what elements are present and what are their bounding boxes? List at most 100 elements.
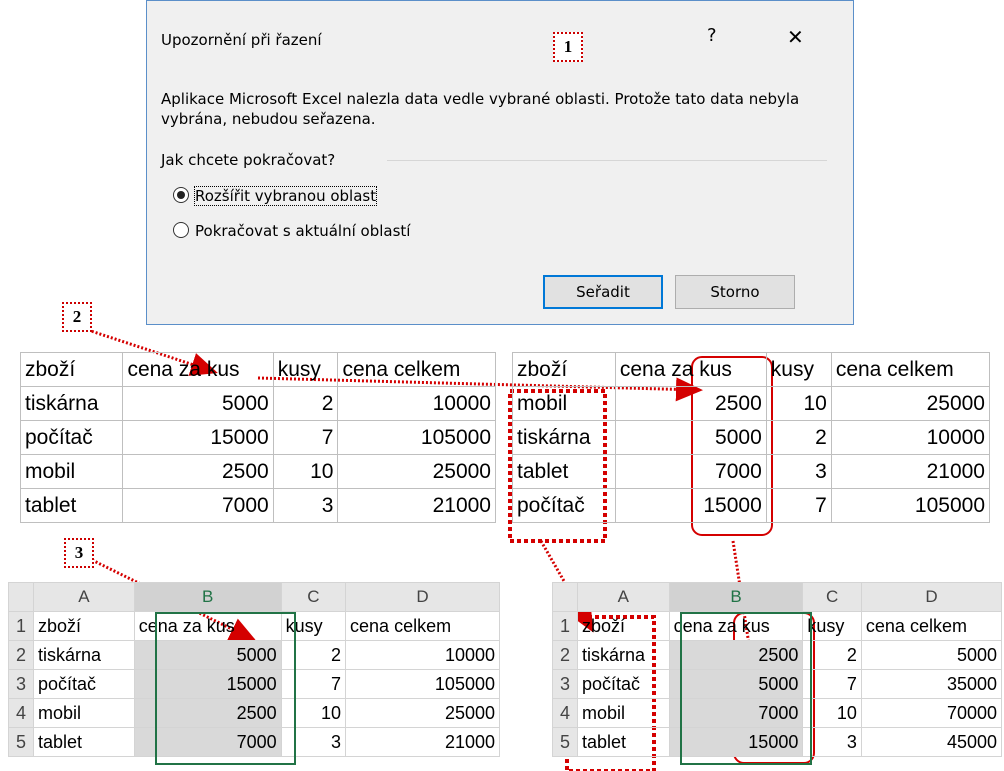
header-cell: zboží <box>19 352 124 387</box>
grid-cell[interactable]: zboží <box>33 611 135 641</box>
cell: 2500 <box>614 386 767 421</box>
cell: 21000 <box>337 488 496 523</box>
table-row: tiskárna 5000 2 10000 <box>512 420 991 455</box>
cell: 3 <box>765 454 832 489</box>
select-all-corner[interactable] <box>552 582 578 612</box>
cell: 10 <box>765 386 832 421</box>
select-all-corner[interactable] <box>8 582 34 612</box>
grid-cell[interactable]: počítač <box>33 669 135 699</box>
callout-1: 1 <box>553 32 583 62</box>
cell: tablet <box>512 454 616 489</box>
cell: tablet <box>19 488 124 523</box>
grid-cell[interactable]: 5000 <box>860 640 1003 670</box>
grid-cell[interactable]: 10000 <box>345 640 500 670</box>
cell: 7 <box>765 488 832 523</box>
header-cell: kusy <box>765 352 832 387</box>
cell: 7000 <box>614 454 767 489</box>
dialog-title: Upozornění při řazení <box>161 31 322 49</box>
cell: 15000 <box>614 488 767 523</box>
cell: 7000 <box>122 488 274 523</box>
column-header[interactable]: A <box>33 582 135 612</box>
grid-cell[interactable]: tiskárna <box>577 640 670 670</box>
grid-cell[interactable]: mobil <box>33 698 135 728</box>
grid-cell[interactable]: cena celkem <box>345 611 500 641</box>
selection-outline <box>680 612 812 765</box>
row-header[interactable]: 1 <box>8 611 34 641</box>
grid-cell[interactable]: 105000 <box>345 669 500 699</box>
cell: 3 <box>272 488 339 523</box>
header-cell: cena za kus <box>122 352 274 387</box>
selection-outline <box>155 612 296 765</box>
column-header[interactable]: C <box>802 582 862 612</box>
callout-3: 3 <box>64 538 94 568</box>
cell: počítač <box>19 420 124 455</box>
row-header[interactable]: 4 <box>8 698 34 728</box>
cell: mobil <box>512 386 616 421</box>
callout-2: 2 <box>62 302 92 332</box>
divider <box>387 160 827 161</box>
help-icon[interactable]: ? <box>707 25 717 46</box>
row-header[interactable]: 5 <box>552 727 578 757</box>
grid-cell[interactable]: mobil <box>577 698 670 728</box>
row-header[interactable]: 3 <box>8 669 34 699</box>
table-row: tablet 7000 3 21000 <box>512 454 991 489</box>
cell: 7 <box>272 420 339 455</box>
cell: 15000 <box>122 420 274 455</box>
grid-cell[interactable]: 25000 <box>345 698 500 728</box>
header-cell: kusy <box>272 352 339 387</box>
cell: 105000 <box>337 420 496 455</box>
cell: počítač <box>512 488 616 523</box>
header-cell: zboží <box>512 352 616 387</box>
grid-cell[interactable]: 70000 <box>860 698 1003 728</box>
cell: tiskárna <box>512 420 616 455</box>
cell: 2 <box>765 420 832 455</box>
grid-cell[interactable]: 21000 <box>345 727 500 757</box>
grid-cell[interactable]: cena celkem <box>860 611 1003 641</box>
column-header[interactable]: B <box>133 582 282 612</box>
sort-button[interactable]: Seřadit <box>543 275 663 309</box>
radio-continue-label: Pokračovat s aktuální oblastí <box>195 222 411 240</box>
header-cell: cena celkem <box>830 352 991 387</box>
row-header[interactable]: 4 <box>552 698 578 728</box>
cell: 2500 <box>122 454 274 489</box>
cancel-button[interactable]: Storno <box>675 275 795 309</box>
grid-cell[interactable]: tablet <box>577 727 670 757</box>
column-header[interactable]: C <box>280 582 347 612</box>
cell: mobil <box>19 454 124 489</box>
table-row: počítač 15000 7 105000 <box>19 420 496 455</box>
grid-cell[interactable]: tiskárna <box>33 640 135 670</box>
radio-selected-icon <box>173 187 189 203</box>
cell: 10 <box>272 454 339 489</box>
row-header[interactable]: 2 <box>8 640 34 670</box>
cell: tiskárna <box>19 386 124 421</box>
row-header[interactable]: 2 <box>552 640 578 670</box>
grid-cell[interactable]: zboží <box>577 611 670 641</box>
table-header-row: zboží cena za kus kusy cena celkem <box>19 352 496 387</box>
table-row: tiskárna 5000 2 10000 <box>19 386 496 421</box>
cell: 105000 <box>830 488 991 523</box>
grid-cell[interactable]: tablet <box>33 727 135 757</box>
row-header[interactable]: 3 <box>552 669 578 699</box>
column-header[interactable]: B <box>668 582 804 612</box>
header-cell: cena celkem <box>337 352 496 387</box>
cell: 5000 <box>122 386 274 421</box>
radio-unselected-icon <box>173 222 189 238</box>
header-cell: cena za kus <box>614 352 767 387</box>
grid-cell[interactable]: 35000 <box>860 669 1003 699</box>
row-header[interactable]: 5 <box>8 727 34 757</box>
cell: 5000 <box>614 420 767 455</box>
column-header[interactable]: D <box>345 582 500 612</box>
table-row: počítač 15000 7 105000 <box>512 488 991 523</box>
close-icon[interactable]: ✕ <box>787 25 804 49</box>
radio-expand-selection[interactable]: Rozšířit vybranou oblast <box>173 186 378 206</box>
cell: 10000 <box>337 386 496 421</box>
dialog-message: Aplikace Microsoft Excel nalezla data ve… <box>161 90 800 128</box>
grid-cell[interactable]: 45000 <box>860 727 1003 757</box>
row-header[interactable]: 1 <box>552 611 578 641</box>
table-before-sort: zboží cena za kus kusy cena celkem tiská… <box>19 352 496 523</box>
column-header[interactable]: A <box>577 582 670 612</box>
radio-continue-current[interactable]: Pokračovat s aktuální oblastí <box>173 222 410 240</box>
table-after-sort: zboží cena za kus kusy cena celkem mobil… <box>512 352 991 523</box>
grid-cell[interactable]: počítač <box>577 669 670 699</box>
column-header[interactable]: D <box>860 582 1003 612</box>
